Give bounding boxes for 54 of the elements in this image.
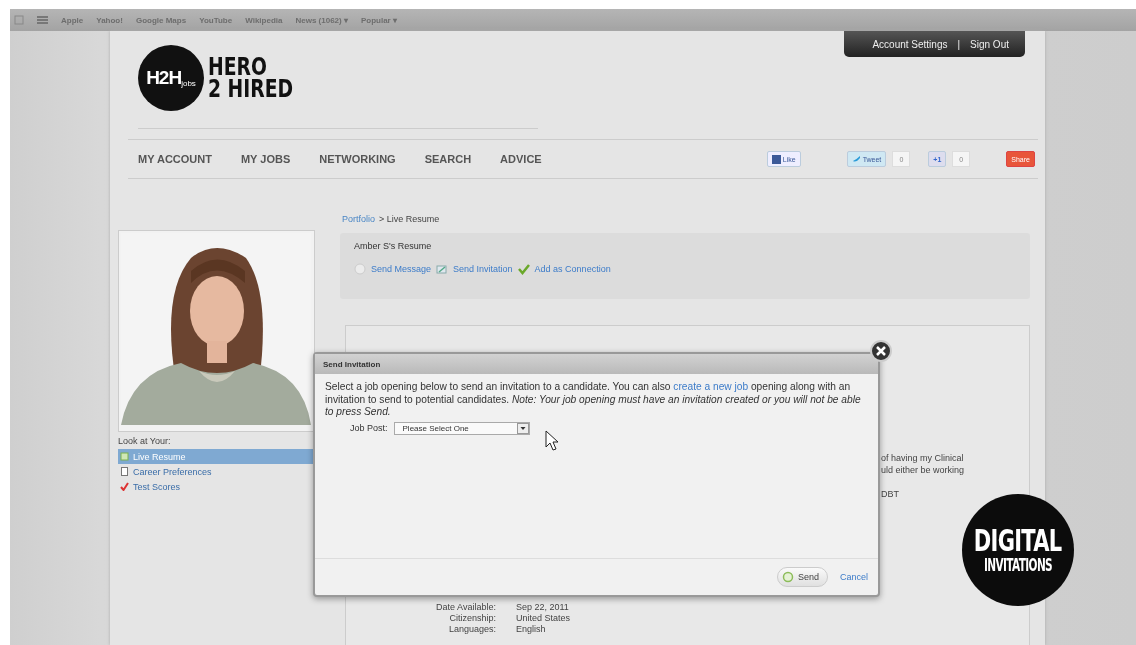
dialog-title: Send Invitation [315, 354, 878, 374]
document-icon [120, 452, 129, 461]
sidebar-heading: Look at Your: [118, 436, 172, 446]
sidebar-item[interactable]: Live Resume [118, 449, 315, 464]
action-link[interactable]: Add as Connection [534, 264, 611, 274]
facebook-icon [771, 154, 781, 164]
bookmark-link[interactable]: News (1062) ▾ [295, 15, 348, 25]
field-value: Sep 22, 2011 [516, 602, 570, 612]
resume-text: DBT [881, 488, 899, 500]
bookmark-link[interactable]: Yahoo! [96, 15, 123, 25]
bookmark-link[interactable]: Apple [61, 15, 84, 25]
nav-link[interactable]: MY JOBS [240, 153, 291, 165]
field-value: English [516, 624, 547, 634]
field-label: Citizenship: [448, 613, 496, 623]
nav-link[interactable]: ADVICE [500, 153, 542, 165]
invitation-icon [436, 263, 449, 275]
cursor-icon [545, 430, 559, 451]
action-link[interactable]: Send Message [371, 264, 432, 274]
nav-link[interactable]: MY ACCOUNT [138, 153, 212, 165]
field-label: Date Available: [435, 602, 496, 612]
resume-title: Amber S's Resume [354, 241, 433, 251]
check-icon [120, 482, 129, 491]
sidebar-item[interactable]: Career Preferences [118, 464, 315, 479]
cancel-link[interactable]: Cancel [840, 572, 868, 582]
page-icon [120, 467, 129, 476]
resume-text: uld either be working [881, 464, 965, 476]
job-post-select[interactable]: Please Select One [393, 421, 530, 435]
breadcrumb-link[interactable]: Portfolio [342, 214, 376, 224]
check-icon [517, 263, 530, 275]
bookmark-link[interactable]: Popular ▾ [360, 15, 397, 25]
logo-text: HERO [208, 56, 267, 78]
nav-link[interactable]: SEARCH [424, 153, 472, 165]
logo-badge[interactable]: H2Hjobs [138, 45, 204, 111]
circle-icon [781, 571, 794, 583]
nav-link[interactable]: NETWORKING [319, 153, 396, 165]
field-label: Languages: [447, 624, 496, 634]
field-value: United States [516, 613, 572, 623]
dialog-instructions: Select a job opening below to send an invitation to a candidate. You can also create a new job opening along with an invitation to send to potential candidates. Note: Your job opening must have an invitation created or you will not be able to press Send. [325, 381, 862, 419]
bookmark-link[interactable]: YouTube [199, 15, 233, 25]
reading-list-icon[interactable] [37, 15, 48, 25]
send-button[interactable]: Send [776, 567, 828, 587]
sidebar-item[interactable]: Test Scores [118, 479, 315, 494]
account-settings-link[interactable]: Account Settings [872, 38, 948, 50]
create-job-link[interactable]: create a new job [673, 381, 749, 392]
separator-text: | [957, 38, 961, 50]
bookmark-link[interactable]: Google Maps [135, 15, 187, 25]
resume-text: of having my Clinical [881, 452, 964, 464]
action-link[interactable]: Send Invitation [453, 264, 513, 274]
breadcrumb-current: > Live Resume [379, 214, 440, 224]
bookmark-link[interactable]: Wikipedia [245, 15, 283, 25]
job-post-label: Job Post: [350, 423, 388, 433]
message-icon [354, 263, 366, 275]
sign-out-link[interactable]: Sign Out [970, 38, 1009, 50]
logo-text: 2 HIRED [208, 78, 294, 100]
